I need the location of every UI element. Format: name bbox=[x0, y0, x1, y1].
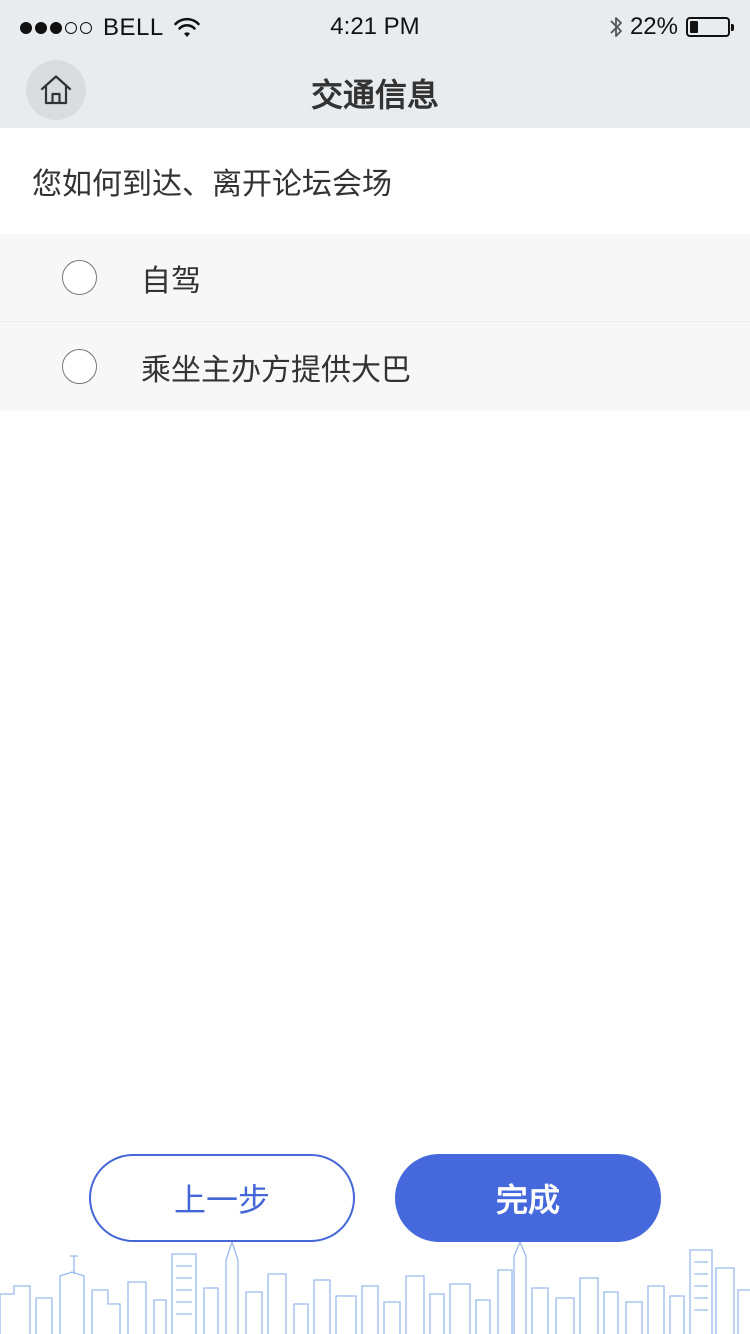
option-self-drive[interactable]: 自驾 bbox=[0, 234, 750, 322]
option-list: 自驾 乘坐主办方提供大巴 bbox=[0, 234, 750, 411]
page-title: 交通信息 bbox=[310, 76, 439, 114]
home-icon bbox=[40, 75, 72, 105]
radio-button[interactable] bbox=[62, 349, 97, 384]
battery-icon bbox=[686, 17, 734, 37]
battery-fill bbox=[690, 21, 698, 33]
status-bar: BELL 4:21 PM 22% bbox=[0, 0, 750, 56]
question-title: 您如何到达、离开论坛会场 bbox=[0, 128, 750, 234]
wifi-icon bbox=[173, 17, 200, 37]
radio-button[interactable] bbox=[62, 260, 97, 295]
nav-bar: 交通信息 bbox=[0, 56, 750, 128]
battery-percent: 22% bbox=[629, 13, 678, 40]
signal-strength-icon bbox=[20, 22, 95, 34]
option-organizer-bus[interactable]: 乘坐主办方提供大巴 bbox=[0, 322, 750, 411]
option-label: 乘坐主办方提供大巴 bbox=[141, 352, 411, 388]
action-buttons: 上一步 完成 bbox=[0, 1154, 750, 1242]
status-right: 22% bbox=[608, 13, 734, 41]
status-left: BELL bbox=[20, 14, 200, 42]
carrier-name: BELL bbox=[103, 14, 164, 41]
done-button[interactable]: 完成 bbox=[395, 1154, 661, 1242]
option-label: 自驾 bbox=[141, 263, 201, 299]
bluetooth-icon bbox=[610, 17, 622, 37]
home-button[interactable] bbox=[26, 60, 86, 120]
prev-step-button[interactable]: 上一步 bbox=[89, 1154, 355, 1242]
